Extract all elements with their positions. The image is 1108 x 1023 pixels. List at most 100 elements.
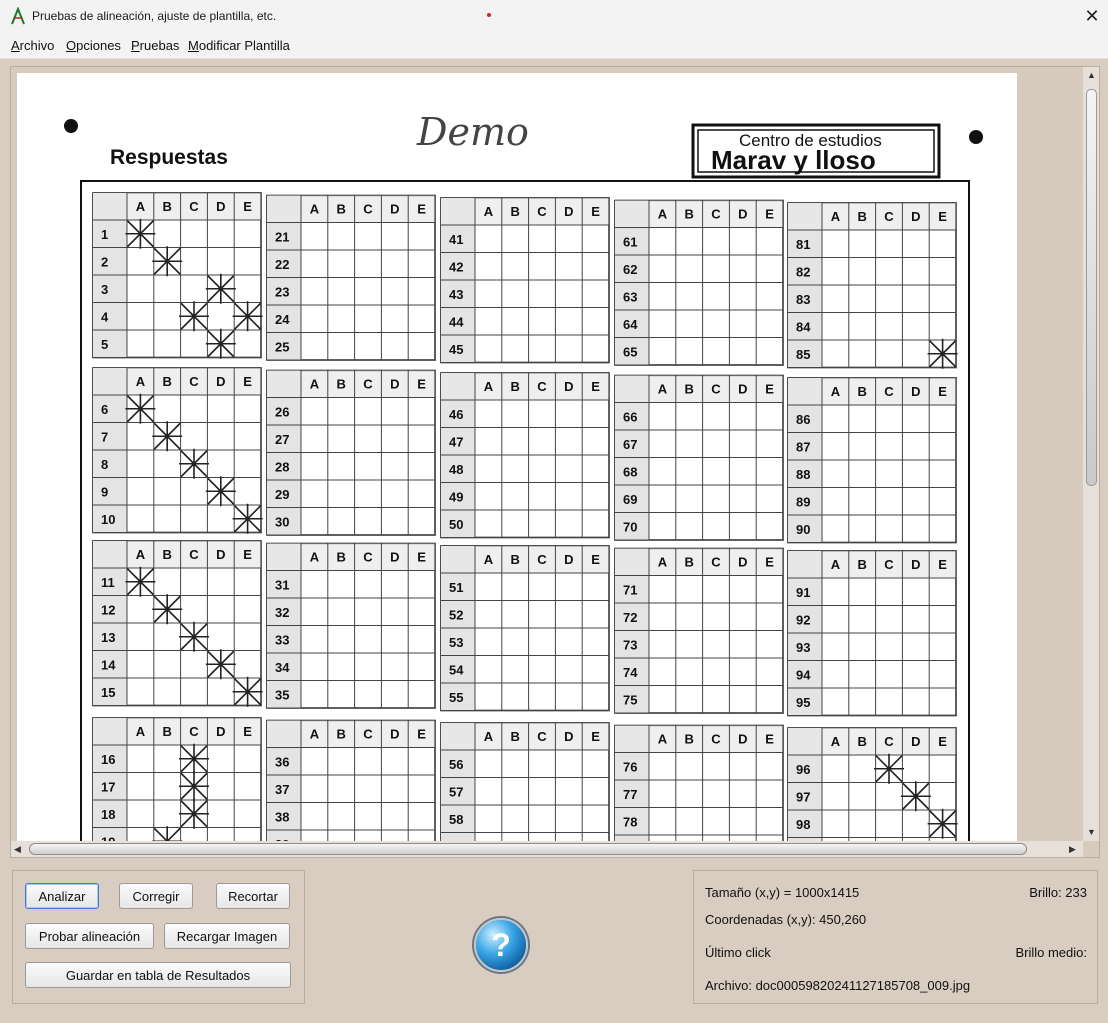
answer-mark: [125, 393, 156, 424]
question-number: 15: [101, 685, 115, 700]
menu-opciones[interactable]: Opciones: [66, 38, 121, 53]
question-number: 2: [101, 255, 108, 270]
info-panel: Tamaño (x,y) = 1000x1415 Brillo: 233 Coo…: [693, 870, 1098, 1004]
column-letter-a: A: [310, 377, 320, 392]
column-letter-d: D: [911, 384, 920, 399]
column-letter-d: D: [564, 729, 573, 744]
menu-label: rchivo: [19, 38, 55, 53]
question-number: 44: [449, 315, 464, 330]
column-letter-b: B: [511, 379, 520, 394]
column-letter-e: E: [417, 202, 426, 217]
scroll-down-icon[interactable]: ▼: [1087, 827, 1096, 837]
corregir-button[interactable]: Corregir: [119, 883, 193, 909]
column-letter-b: B: [858, 209, 867, 224]
header-row-shade: [267, 543, 435, 571]
probar-alineacion-button[interactable]: Probar alineación: [25, 923, 154, 949]
scroll-right-icon[interactable]: ▶: [1069, 844, 1076, 855]
menu-pruebas[interactable]: Pruebas: [131, 38, 179, 53]
column-letter-e: E: [938, 384, 947, 399]
column-letter-a: A: [136, 374, 146, 389]
answer-mark: [874, 753, 904, 784]
column-letter-c: C: [363, 550, 373, 565]
question-number: 12: [101, 603, 115, 618]
column-letter-e: E: [938, 734, 947, 749]
question-number: 61: [623, 235, 637, 250]
column-letter-e: E: [591, 204, 600, 219]
column-letter-b: B: [163, 374, 172, 389]
scanned-answer-sheet[interactable]: Demo Respuestas Centro de estudios Marav…: [17, 73, 1017, 841]
header-row-shade: [93, 368, 261, 395]
help-icon[interactable]: ?: [474, 918, 528, 972]
column-letter-b: B: [685, 382, 694, 397]
column-letter-b: B: [337, 202, 346, 217]
recortar-button[interactable]: Recortar: [216, 883, 290, 909]
menu-mnemonic: P: [131, 38, 140, 53]
header-row-shade: [267, 195, 435, 223]
column-letter-b: B: [685, 207, 694, 222]
column-letter-c: C: [537, 204, 547, 219]
column-letter-b: B: [163, 547, 172, 562]
question-number: 90: [796, 522, 810, 537]
column-letter-a: A: [831, 209, 841, 224]
answer-mark: [900, 781, 931, 812]
column-letter-c: C: [363, 377, 373, 392]
question-number: 32: [275, 605, 289, 620]
horizontal-scroll-thumb[interactable]: [29, 843, 1027, 855]
question-number: 95: [796, 695, 810, 710]
question-number: 76: [623, 760, 637, 775]
question-number: 71: [623, 583, 637, 598]
question-number: 5: [101, 337, 108, 352]
question-number: 73: [623, 638, 637, 653]
vertical-scroll-thumb[interactable]: [1086, 89, 1097, 486]
horizontal-scrollbar[interactable]: ◀ ▶: [11, 841, 1083, 857]
question-number: 57: [449, 785, 463, 800]
question-number: 74: [623, 665, 638, 680]
answer-mark: [152, 826, 183, 841]
column-letter-e: E: [243, 547, 252, 562]
alignment-dot-right: [969, 130, 983, 144]
menu-label: ruebas: [139, 38, 180, 53]
question-number: 75: [623, 693, 637, 708]
menu-modificar-plantilla[interactable]: Modificar Plantilla: [188, 38, 290, 53]
menu-label: odificar Plantilla: [198, 38, 290, 53]
column-letter-d: D: [911, 209, 920, 224]
question-number: 93: [796, 640, 810, 655]
menu-archivo[interactable]: Archivo: [11, 38, 54, 53]
alignment-dot-left: [64, 119, 78, 133]
image-viewer[interactable]: Demo Respuestas Centro de estudios Marav…: [10, 66, 1100, 858]
menu-mnemonic: M: [188, 38, 199, 53]
question-number: 21: [275, 230, 289, 245]
question-number: 63: [623, 290, 637, 305]
answer-mark: [927, 808, 958, 839]
column-letter-c: C: [537, 729, 547, 744]
vertical-scrollbar[interactable]: ▲ ▼: [1083, 67, 1099, 841]
scroll-left-icon[interactable]: ◀: [14, 844, 21, 855]
question-number: 84: [796, 320, 811, 335]
scroll-up-icon[interactable]: ▲: [1087, 70, 1096, 80]
header-row-shade: [441, 373, 609, 400]
answer-mark: [205, 476, 236, 507]
column-letter-b: B: [337, 377, 346, 392]
column-letter-e: E: [417, 727, 426, 742]
column-letter-c: C: [884, 209, 894, 224]
column-letter-c: C: [363, 202, 373, 217]
header-row-shade: [441, 546, 609, 573]
question-number: 96: [796, 762, 810, 777]
analizar-button[interactable]: Analizar: [25, 883, 99, 909]
answer-mark: [179, 798, 209, 829]
column-letter-e: E: [938, 209, 947, 224]
question-number: 65: [623, 345, 637, 360]
close-icon[interactable]: ✕: [1078, 2, 1106, 30]
menu-mnemonic: A: [11, 38, 20, 53]
column-letter-a: A: [831, 734, 841, 749]
column-letter-a: A: [658, 207, 668, 222]
column-letter-a: A: [658, 555, 668, 570]
question-number: 25: [275, 340, 289, 355]
sheet-heading: Respuestas: [110, 146, 228, 169]
column-letter-a: A: [658, 732, 668, 747]
recargar-imagen-button[interactable]: Recargar Imagen: [164, 923, 290, 949]
average-brightness-label: Brillo medio:: [1015, 945, 1087, 960]
column-letter-e: E: [938, 557, 947, 572]
header-row-shade: [615, 375, 783, 403]
guardar-resultados-button[interactable]: Guardar en tabla de Resultados: [25, 962, 291, 988]
